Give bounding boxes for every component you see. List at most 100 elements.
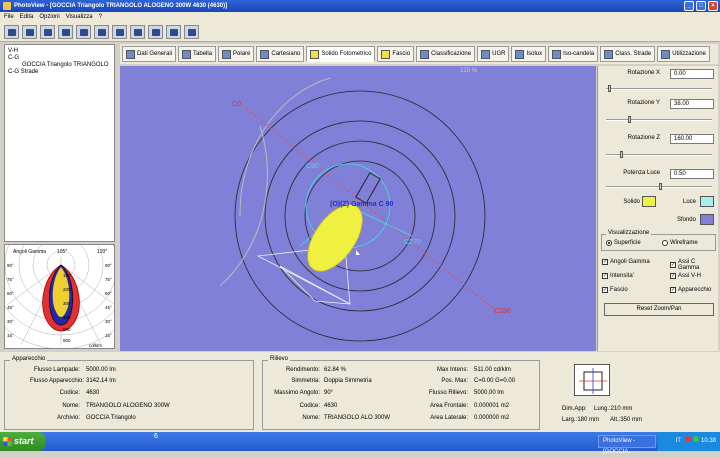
solido-color-swatch[interactable]: [642, 196, 656, 207]
dim-app-label: Dim.App:: [562, 406, 587, 412]
tab-isolux[interactable]: Isolux: [511, 46, 547, 62]
classification-icon: [420, 49, 430, 59]
power-slider[interactable]: [606, 183, 712, 190]
maximize-button[interactable]: □: [696, 1, 706, 11]
pos-max-label: Pos. Max:: [441, 378, 468, 384]
tab-fascio[interactable]: Fascio: [377, 46, 415, 62]
save-button[interactable]: [40, 25, 55, 39]
windows-logo-icon: [3, 437, 12, 446]
taskbar-item-photoview[interactable]: PhotoView - [GOCCIA...: [598, 435, 656, 455]
tab-ugr[interactable]: UGR: [477, 46, 510, 62]
superficie-radio[interactable]: Superficie: [606, 240, 641, 246]
tab-solido-fotometrico[interactable]: Solido Fotometrico: [306, 46, 376, 62]
polar-diagram: Angoli Gamma 105° 120° 90° 75° 60° 45° 3…: [4, 244, 115, 349]
tab-dati-generali[interactable]: Dati Generali: [122, 46, 177, 62]
menu-file[interactable]: File: [4, 12, 14, 22]
rot-z-input[interactable]: 160.00: [670, 134, 714, 144]
assi-c-gamma-checkbox[interactable]: ✓ Assi C Gamma: [670, 259, 718, 271]
tray-clock: 10.38: [700, 438, 716, 444]
tool-icon-10: [169, 28, 178, 36]
tool-button-11[interactable]: [184, 25, 199, 39]
apparecchio-checkbox[interactable]: ✓ Apparecchio: [670, 287, 711, 293]
reset-zoom-pan-button[interactable]: Reset Zoom/Pan: [604, 303, 714, 316]
tool-button-7[interactable]: [112, 25, 127, 39]
tool-icon-11: [187, 28, 196, 36]
print-button[interactable]: [58, 25, 73, 39]
rilievo-codice-label: Codice:: [299, 403, 320, 409]
tab-cartesiano[interactable]: Cartesiano: [256, 46, 305, 62]
slider-thumb[interactable]: [620, 151, 623, 158]
polar-angle-right-3: 45°: [105, 305, 112, 310]
rot-x-input[interactable]: 0.00: [670, 69, 714, 79]
luce-color-swatch[interactable]: [700, 196, 714, 207]
tab-iso-candela[interactable]: Iso-candela: [548, 46, 599, 62]
menu-opzioni[interactable]: Opzioni: [39, 12, 59, 22]
minimize-button[interactable]: _: [684, 1, 694, 11]
taskbar: start PhotoView - [GOCCIA... IT 10.38: [0, 432, 720, 455]
menu-edita[interactable]: Edita: [20, 12, 34, 22]
tab-label: Iso-candela: [563, 51, 595, 57]
check-icon: ✓: [602, 273, 608, 279]
ugr-icon: [481, 49, 491, 59]
rot-x-slider[interactable]: [606, 85, 712, 92]
polar-angle-right-4: 30°: [105, 319, 112, 324]
angoli-gamma-checkbox[interactable]: ✓ Angoli Gamma: [602, 259, 650, 265]
rot-x-label: Rotazione X: [627, 70, 660, 76]
tray-icon-1[interactable]: [684, 436, 691, 442]
area-frontale-label: Area Frontale:: [429, 403, 468, 409]
polar-value-4: 500: [63, 327, 71, 332]
polar-value-3: 400: [63, 315, 71, 320]
flusso-lampade-label: Flusso Lampade:: [33, 367, 80, 373]
main-toolbar: [0, 22, 720, 42]
c0-axis: [245, 107, 501, 315]
tray-icon-2[interactable]: [692, 436, 699, 442]
menu-help[interactable]: ?: [99, 12, 102, 22]
checkbox-label: Angoli Gamma: [610, 259, 650, 265]
power-input[interactable]: 0.50: [670, 169, 714, 179]
rot-y-input[interactable]: 38.00: [670, 99, 714, 109]
rot-z-slider[interactable]: [606, 151, 712, 158]
sfondo-color-swatch[interactable]: [700, 214, 714, 225]
tool-button-8[interactable]: [130, 25, 145, 39]
window-title: PhotoView - [GOCCIA Triangolo TRIANGOLO …: [14, 3, 228, 9]
3d-viewport[interactable]: C0 C90 C180 C270 (O)(Z) Gamma C 90 120 %: [120, 66, 596, 351]
tree-item-cg[interactable]: C-G: [8, 55, 111, 62]
nome-value: TRIANGOLO ALOGENO 300W: [86, 403, 170, 409]
tree-item-goccia[interactable]: GOCCIA Triangolo TRIANGOLO: [8, 62, 111, 69]
info-panel: Apparecchio Flusso Lampade: 5000.00 lm F…: [0, 352, 720, 432]
tool-button-5[interactable]: [76, 25, 91, 39]
tab-tabella[interactable]: Tabella: [178, 46, 217, 62]
slider-thumb[interactable]: [659, 183, 662, 190]
slider-thumb[interactable]: [628, 116, 631, 123]
fascio-checkbox[interactable]: ✓ Fascio: [602, 287, 628, 293]
tab-utilizzazione[interactable]: Utilizzazione: [657, 46, 710, 62]
tab-label: Tabella: [193, 51, 213, 57]
polar-title-right: 120°: [97, 249, 107, 255]
rilievo-nome-label: Nome:: [302, 415, 320, 421]
codice-value: 4630: [86, 390, 100, 396]
check-icon: ✓: [602, 287, 608, 293]
polar-value-2: 300: [63, 301, 71, 306]
intensita-checkbox[interactable]: ✓ Intensita': [602, 273, 634, 279]
tool-button-6[interactable]: [94, 25, 109, 39]
tool-button-9[interactable]: [148, 25, 163, 39]
rendimento-label: Rendimento:: [285, 367, 320, 373]
tab-polare[interactable]: Polare: [218, 46, 255, 62]
tab-class-strade[interactable]: Class. Strade: [600, 46, 656, 62]
start-button[interactable]: start: [0, 432, 46, 451]
tab-classificazione[interactable]: Classificazione: [416, 46, 476, 62]
slider-thumb[interactable]: [608, 85, 611, 92]
wireframe-radio[interactable]: Wireframe: [662, 240, 698, 246]
tab-label: Dati Generali: [137, 51, 173, 57]
tree-item-cg-strade[interactable]: C-G Strade: [8, 69, 111, 76]
codice-label: Codice:: [59, 390, 80, 396]
close-button[interactable]: ×: [708, 1, 718, 11]
tree-item-vh[interactable]: V-H: [8, 48, 111, 55]
open-button[interactable]: [22, 25, 37, 39]
rot-y-slider[interactable]: [606, 116, 712, 123]
menu-visualizza[interactable]: Visualizza: [66, 12, 93, 22]
new-button[interactable]: [4, 25, 19, 39]
simmetria-label: Simmetria:: [291, 378, 320, 384]
assi-vh-checkbox[interactable]: ✓ Assi V-H: [670, 273, 701, 279]
tool-button-10[interactable]: [166, 25, 181, 39]
